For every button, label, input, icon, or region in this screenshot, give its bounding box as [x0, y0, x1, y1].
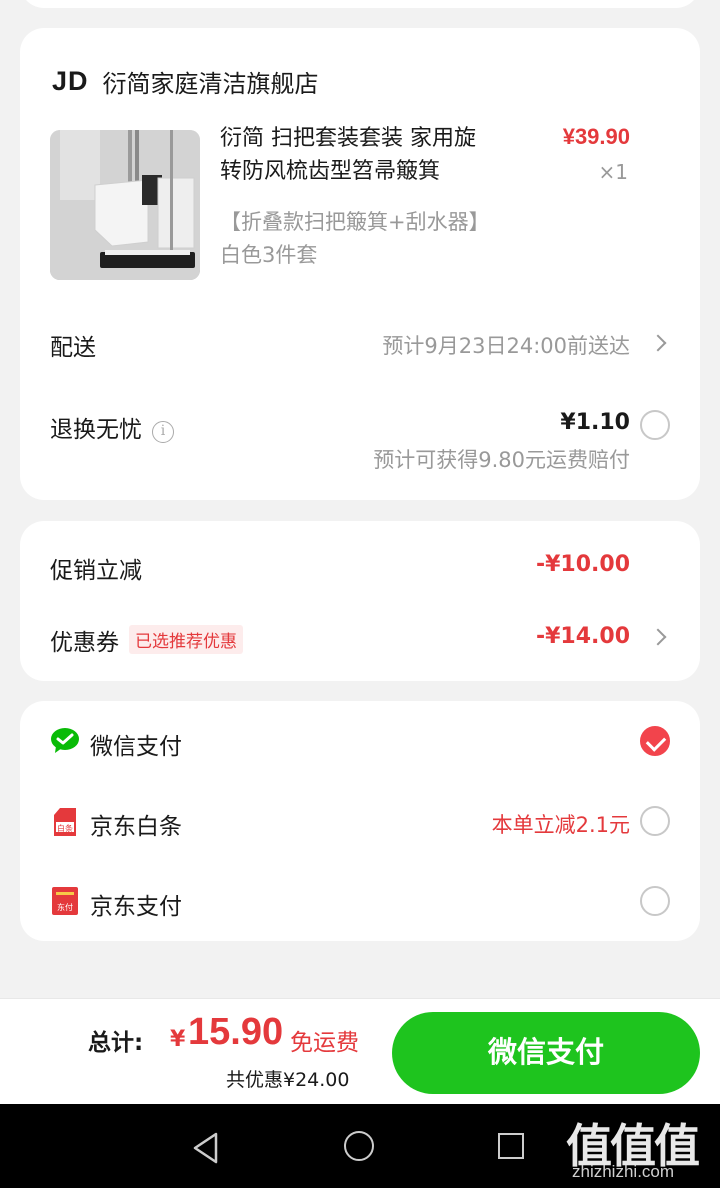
- product-title[interactable]: 衍简 扫把套装套装 家用旋转防风梳齿型笤帚簸箕: [220, 122, 490, 188]
- promotions-card: 促销立减 -¥10.00 优惠券 已选推荐优惠 -¥14.00: [20, 521, 700, 681]
- product-price: ¥39.90: [562, 124, 630, 149]
- store-card: JD 衍简家庭清洁旗舰店 衍简 扫把套装套装 家用旋转防风梳齿型笤帚簸箕 ¥39…: [20, 28, 700, 500]
- baitiao-icon-text: 白条: [57, 823, 73, 833]
- total-amount: 15.90: [188, 1011, 284, 1053]
- return-insurance-radio[interactable]: [640, 410, 670, 440]
- return-insurance-label: 退换无忧: [50, 417, 142, 443]
- delivery-chevron-icon[interactable]: [649, 334, 667, 352]
- recent-apps-icon[interactable]: [498, 1133, 524, 1159]
- coupon-chevron-icon[interactable]: [649, 628, 667, 646]
- store-name: 衍简家庭清洁旗舰店: [102, 70, 319, 98]
- product-image[interactable]: [50, 130, 200, 280]
- product-quantity: ×1: [598, 160, 628, 184]
- payment-methods-card: 微信支付 白条 京东白条 本单立减2.1元 东付 京东支付: [20, 701, 700, 941]
- total-label: 总计:: [88, 1030, 144, 1056]
- system-nav-bar: 值值值 zhizhizhi.com: [0, 1104, 720, 1188]
- wechat-pay-button[interactable]: 微信支付: [392, 1012, 700, 1094]
- jd-baitiao-label: 京东白条: [90, 814, 182, 840]
- wechat-pay-icon: [50, 726, 80, 756]
- free-shipping-label: 免运费: [290, 1030, 359, 1056]
- promo-value: -¥10.00: [535, 552, 630, 577]
- total-discount: 共优惠¥24.00: [226, 1069, 350, 1091]
- jd-pay-radio[interactable]: [640, 886, 670, 916]
- wechat-pay-label: 微信支付: [90, 734, 182, 760]
- return-insurance-price: ¥1.10: [560, 410, 630, 435]
- checkout-bar: 总计: ¥ 15.90 免运费 共优惠¥24.00 微信支付: [0, 998, 720, 1104]
- total-currency: ¥: [170, 1027, 186, 1052]
- coupon-row[interactable]: 优惠券 已选推荐优惠: [50, 623, 243, 657]
- jd-baitiao-radio[interactable]: [640, 806, 670, 836]
- product-variant: 【折叠款扫把簸箕+刮水器】白色3件套: [220, 210, 490, 267]
- previous-card-edge: [20, 0, 700, 8]
- back-icon[interactable]: [192, 1132, 220, 1168]
- jdpay-icon-text: 东付: [57, 902, 73, 912]
- store-header[interactable]: JD 衍简家庭清洁旗舰店: [52, 64, 319, 99]
- delivery-label: 配送: [50, 335, 96, 361]
- delivery-estimate[interactable]: 预计9月23日24:00前送达: [382, 330, 630, 360]
- jd-pay-icon: 东付: [50, 886, 80, 916]
- coupon-label: 优惠券: [50, 630, 119, 656]
- broom-set-image: [50, 130, 200, 280]
- info-icon[interactable]: i: [152, 421, 174, 443]
- jd-pay-label: 京东支付: [90, 894, 182, 920]
- promo-label: 促销立减: [50, 558, 142, 584]
- coupon-tag: 已选推荐优惠: [129, 625, 243, 654]
- watermark-url: zhizhizhi.com: [572, 1162, 675, 1181]
- home-icon[interactable]: [344, 1131, 374, 1161]
- return-insurance-note: 预计可获得9.80元运费赔付: [373, 448, 630, 472]
- coupon-value[interactable]: -¥14.00: [536, 624, 630, 649]
- wechat-pay-radio[interactable]: [640, 726, 670, 756]
- jd-baitiao-icon: 白条: [50, 807, 80, 837]
- jd-logo: JD: [52, 66, 89, 96]
- return-insurance-row: 退换无忧 i: [50, 410, 174, 444]
- jd-baitiao-note: 本单立减2.1元: [491, 813, 630, 837]
